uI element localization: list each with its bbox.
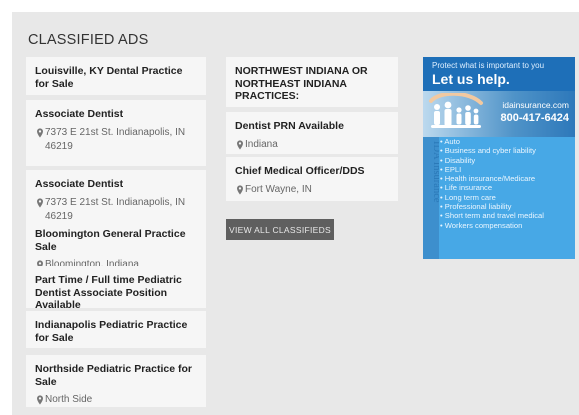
- classified-ad-card[interactable]: Indianapolis Pediatric Practice for Sale: [26, 311, 206, 348]
- ad-website[interactable]: idainsurance.com: [502, 100, 569, 110]
- classified-ad-title[interactable]: Indianapolis Pediatric Practice for Sale: [35, 319, 197, 344]
- paper-family-icon: [429, 93, 483, 128]
- map-pin-icon: [237, 184, 243, 195]
- classified-ad-title[interactable]: Associate Dentist: [35, 108, 197, 121]
- ad-coverage-item: Health insurance/Medicare: [440, 174, 544, 183]
- ad-coverage-item: Long term care: [440, 193, 544, 202]
- classified-ad-location: 7373 E 21st St. Indianapolis, IN 46219: [45, 126, 186, 152]
- classified-ad-title[interactable]: Northside Pediatric Practice for Sale: [35, 363, 197, 388]
- classified-ad-title[interactable]: Chief Medical Officer/DDS: [235, 165, 389, 178]
- ad-coverage-item: Business and cyber liability: [440, 146, 544, 155]
- classified-ad-title[interactable]: Louisville, KY Dental Practice for Sale: [35, 65, 197, 90]
- map-pin-icon: [237, 139, 243, 150]
- classified-ad-title[interactable]: Dentist PRN Available: [235, 120, 389, 133]
- classified-ad-card[interactable]: Bloomington General Practice Sale Bloomi…: [26, 220, 206, 270]
- classified-ad-title[interactable]: Part Time / Full time Pediatric Dentist …: [35, 274, 197, 312]
- map-pin-icon: [37, 395, 43, 405]
- ad-phone-number[interactable]: 800-417-6424: [500, 112, 569, 124]
- ad-coverage-list: Auto Business and cyber liability Disabi…: [440, 137, 544, 230]
- ad-header: Protect what is important to you Let us …: [423, 57, 575, 91]
- ad-coverage-item: EPLI: [440, 165, 544, 174]
- ad-tagline: Protect what is important to you: [432, 61, 545, 70]
- classified-ad-location: Indiana: [245, 138, 278, 150]
- ad-vertical-brand: IDA Insurance: [423, 137, 439, 259]
- map-pin-icon: [37, 127, 43, 138]
- classified-ad-location: North Side: [45, 394, 93, 405]
- ad-coverage-item: Disability: [440, 156, 544, 165]
- ad-headline: Let us help.: [432, 71, 510, 87]
- classified-ad-location: Fort Wayne, IN: [245, 183, 312, 195]
- classified-ad-title[interactable]: Bloomington General Practice Sale: [35, 228, 197, 253]
- ad-vertical-brand-text: IDA Insurance: [431, 141, 439, 203]
- insurance-advertisement[interactable]: Protect what is important to you Let us …: [423, 57, 575, 259]
- classified-ad-title[interactable]: Associate Dentist: [35, 178, 197, 191]
- classified-ads-panel: CLASSIFIED ADS Louisville, KY Dental Pra…: [12, 12, 579, 415]
- classified-ad-card[interactable]: Associate Dentist 7373 E 21st St. Indian…: [26, 100, 206, 166]
- classified-ad-card[interactable]: Northside Pediatric Practice for Sale No…: [26, 355, 206, 407]
- classified-ad-card[interactable]: Chief Medical Officer/DDS Fort Wayne, IN: [226, 157, 398, 201]
- section-title: CLASSIFIED ADS: [28, 32, 149, 48]
- ad-coverage-item: Professional liability: [440, 202, 544, 211]
- view-all-classifieds-button[interactable]: VIEW ALL CLASSIFIEDS: [226, 219, 334, 240]
- classified-ad-card[interactable]: Louisville, KY Dental Practice for Sale: [26, 57, 206, 95]
- classified-ad-card[interactable]: NORTHWEST INDIANA OR NORTHEAST INDIANA P…: [226, 57, 398, 107]
- ad-coverage-item: Short term and travel medical: [440, 211, 544, 220]
- ad-coverage-item: Life insurance: [440, 183, 544, 192]
- map-pin-icon: [37, 197, 43, 208]
- classified-ad-card[interactable]: Dentist PRN Available Indiana: [226, 112, 398, 154]
- ad-coverage-item: Auto: [440, 137, 544, 146]
- ad-coverage-item: Workers compensation: [440, 221, 544, 230]
- classified-ad-title[interactable]: NORTHWEST INDIANA OR NORTHEAST INDIANA P…: [235, 65, 389, 103]
- classified-ad-card[interactable]: Part Time / Full time Pediatric Dentist …: [26, 266, 206, 311]
